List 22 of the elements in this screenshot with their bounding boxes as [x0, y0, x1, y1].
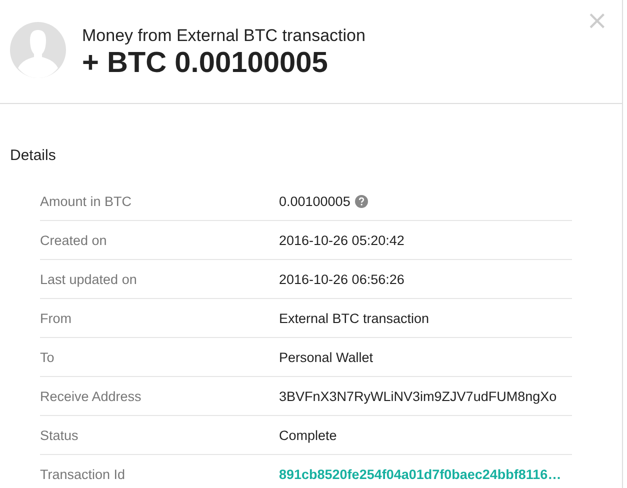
detail-value: Personal Wallet [279, 350, 374, 364]
detail-value: External BTC transaction [279, 310, 430, 326]
close-button[interactable]: × [582, 6, 612, 36]
detail-label: Created on [40, 232, 108, 248]
detail-label: Last updated on [40, 272, 138, 286]
detail-label: Receive Address [40, 388, 142, 404]
detail-value: 3BVFnX3N7RyWLiNV3im9ZJV7udFUM8ngXo [279, 388, 557, 404]
detail-label: Status [40, 428, 80, 442]
detail-value: 2016-10-26 06:56:26 [279, 272, 404, 286]
help-icon[interactable] [355, 194, 368, 208]
avatar-icon [10, 22, 66, 78]
detail-value: 0.00100005 [279, 194, 350, 208]
transaction-link[interactable]: 891cb8520fe254f04a01d7f0baec24bbf8116… [279, 466, 562, 482]
detail-label: To [40, 350, 56, 364]
transaction-title: Money from External BTC transaction [82, 26, 366, 46]
detail-label: From [40, 310, 72, 326]
detail-label: Transaction Id [40, 466, 126, 482]
detail-value: Complete [279, 428, 337, 442]
detail-value: 2016-10-26 05:20:42 [279, 232, 404, 248]
transaction-amount: + BTC 0.00100005 [82, 46, 329, 80]
section-title: Details [10, 146, 57, 166]
detail-label: Amount in BTC [40, 194, 133, 208]
